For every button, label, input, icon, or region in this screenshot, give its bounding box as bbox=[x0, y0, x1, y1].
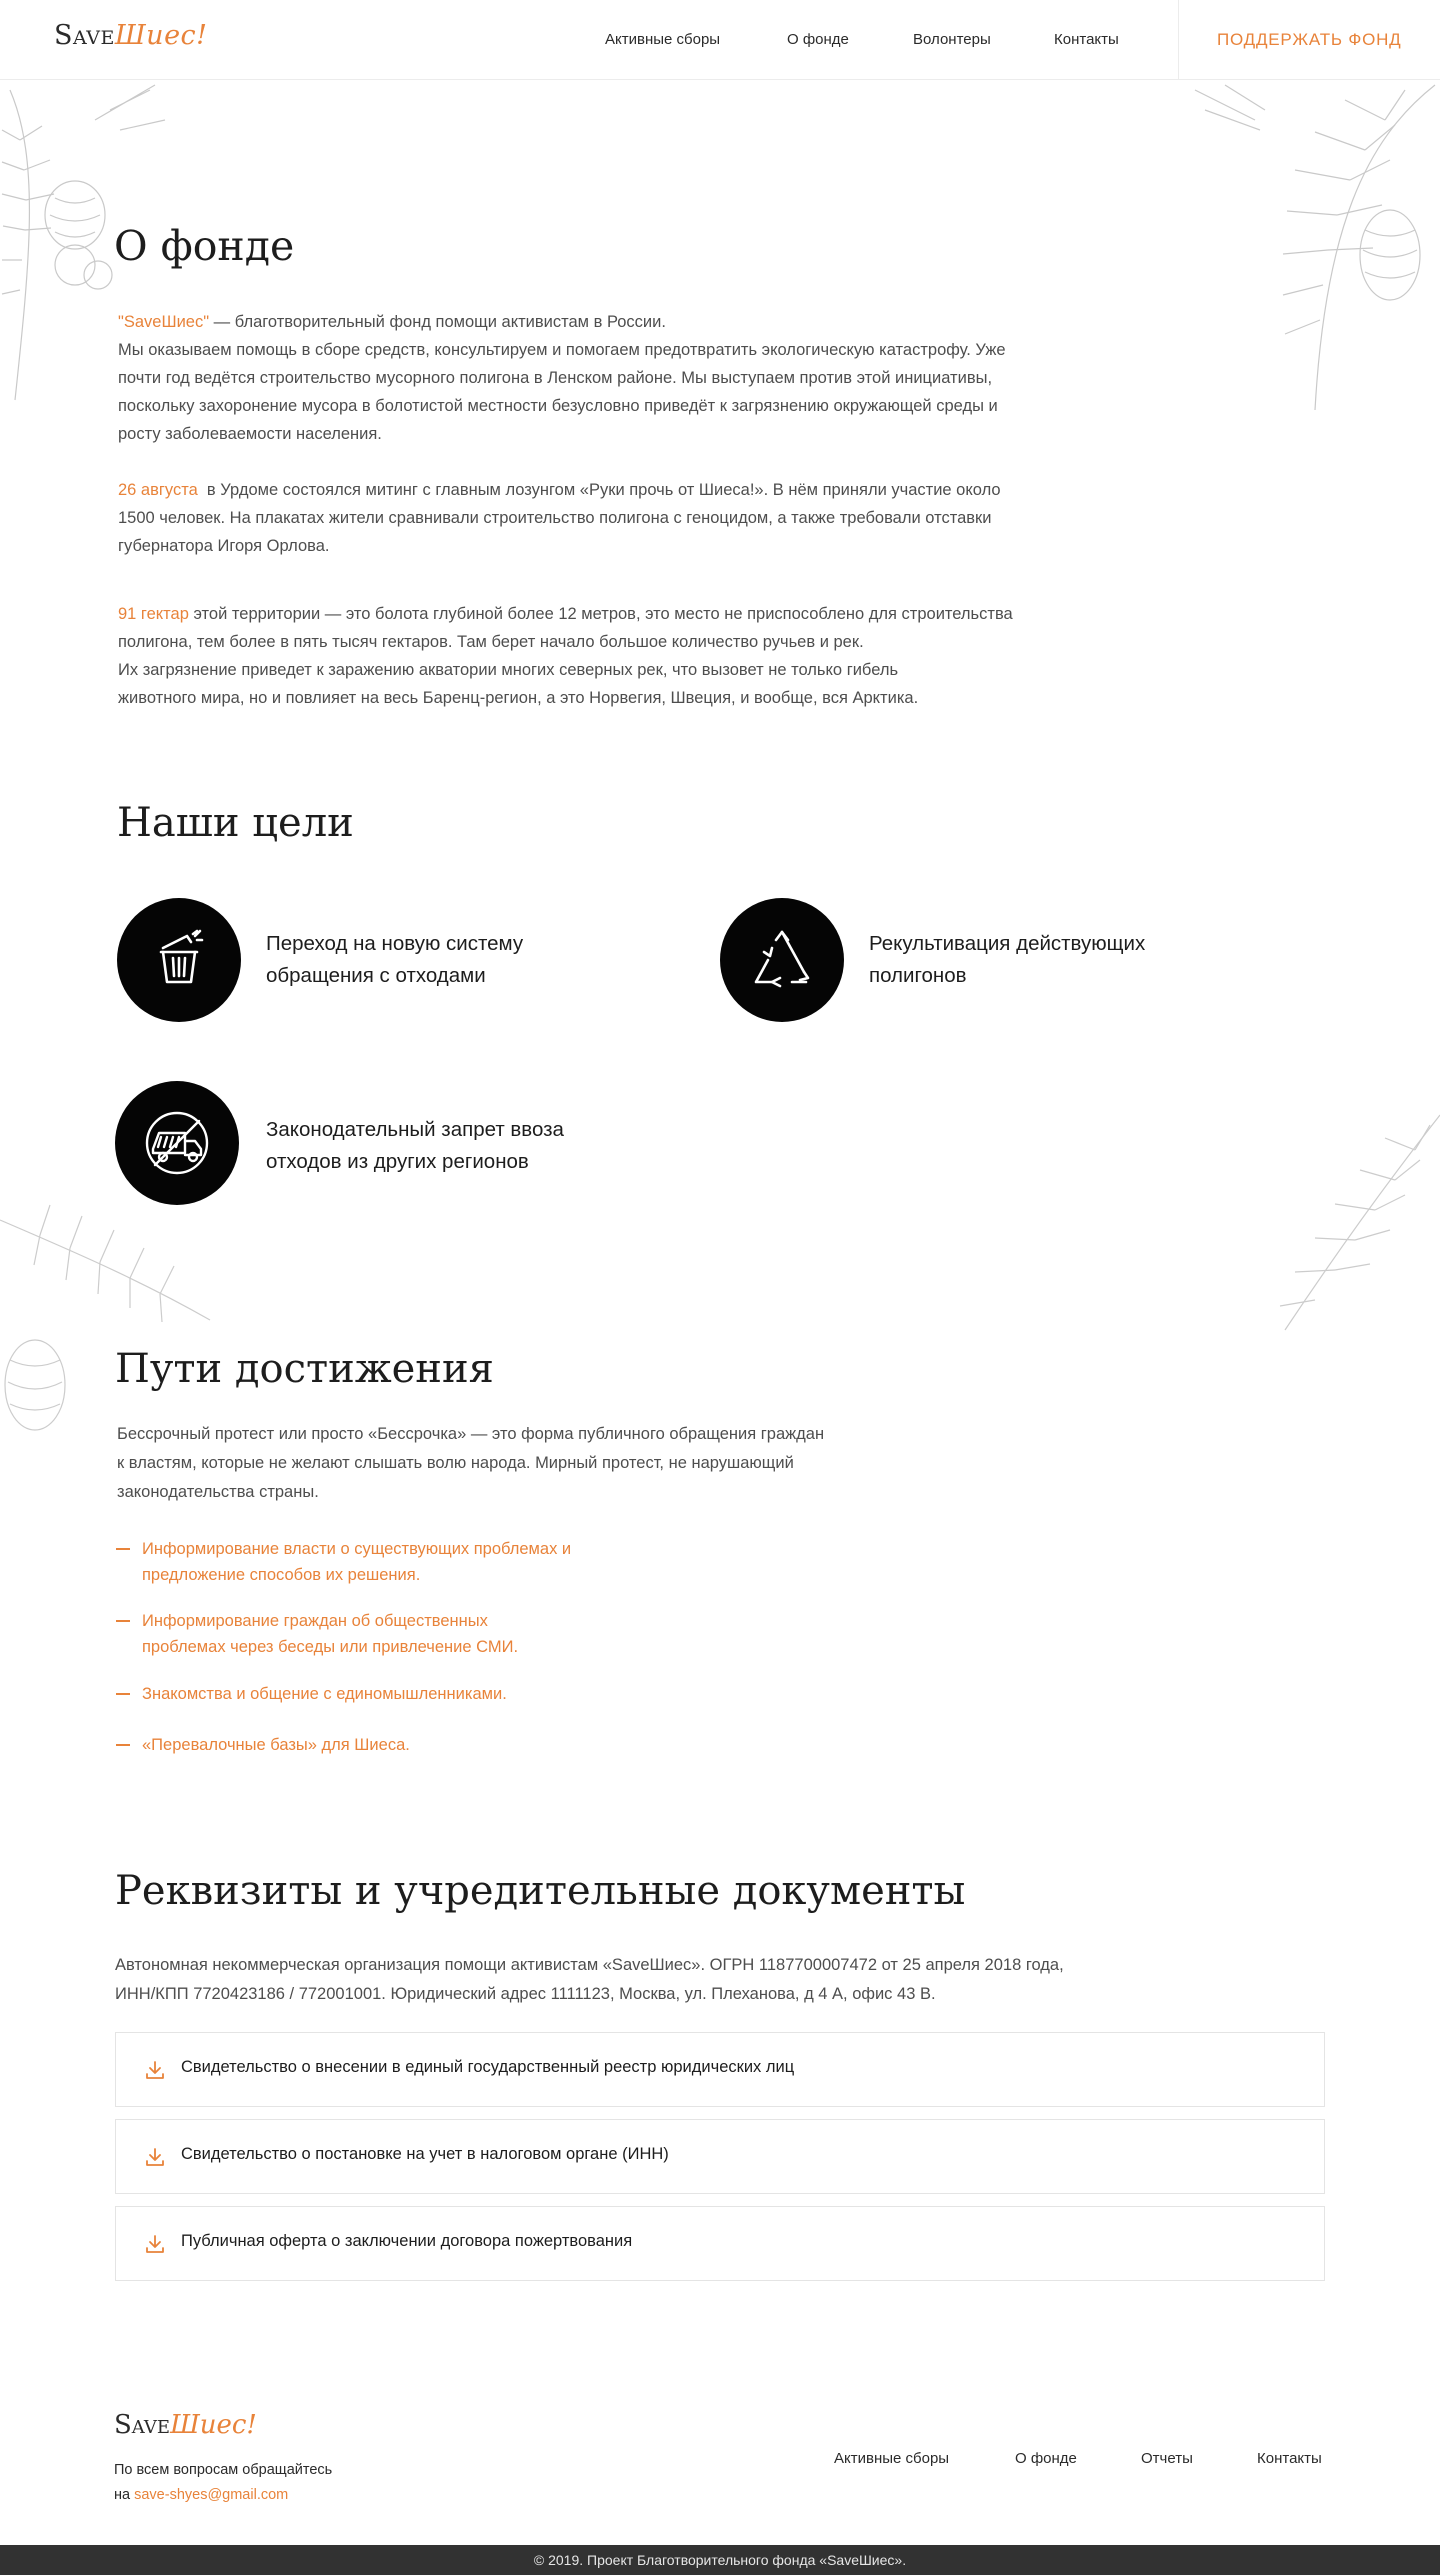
requisites-title: Реквизиты и учредительные документы bbox=[115, 1868, 966, 1914]
footer-link-contacts[interactable]: Контакты bbox=[1257, 2450, 1322, 2467]
foundation-name-highlight: "SaveШиес" bbox=[118, 313, 210, 331]
about-paragraph-1: "SaveШиес" — благотворительный фонд помо… bbox=[118, 308, 1078, 448]
header-divider bbox=[1178, 0, 1179, 80]
download-icon bbox=[146, 2235, 164, 2253]
nav-link-active-campaigns[interactable]: Активные сборы bbox=[605, 31, 720, 48]
contact-prefix: на bbox=[114, 2487, 135, 2503]
goal-icon-circle bbox=[117, 898, 241, 1022]
about-p1-intro: — благотворительный фонд помощи активист… bbox=[209, 313, 666, 331]
support-fund-button[interactable]: ПОДДЕРЖАТЬ ФОНД bbox=[1217, 30, 1402, 50]
document-download-row[interactable]: Свидетельство о постановке на учет в нал… bbox=[115, 2119, 1325, 2194]
footer-logo-save: Save bbox=[114, 2410, 171, 2440]
goals-title: Наши цели bbox=[117, 800, 354, 846]
about-p1-line: почти год ведётся строительство мусорног… bbox=[118, 369, 993, 387]
ways-item-line: Информирование власти о существующих про… bbox=[142, 1540, 572, 1558]
goal-text-line: Рекультивация действующих bbox=[869, 932, 1146, 955]
copyright-bar: © 2019. Проект Благотворительного фонда … bbox=[0, 2545, 1440, 2575]
about-p3-line: животного мира, но и повлияет на весь Ба… bbox=[118, 689, 919, 707]
download-icon bbox=[146, 2061, 164, 2079]
goal-text-line: обращения с отходами bbox=[266, 964, 486, 987]
goal-text-line: отходов из других регионов bbox=[266, 1150, 529, 1173]
about-p1-line: росту заболеваемости населения. bbox=[118, 425, 382, 443]
ways-intro-line: к властям, которые не желают слышать вол… bbox=[117, 1454, 794, 1472]
goal-text-line: Законодательный запрет ввоза bbox=[266, 1118, 564, 1141]
list-dash-marker bbox=[116, 1744, 130, 1746]
ways-item-line: предложение способов их решения. bbox=[142, 1566, 421, 1584]
about-p2-line: губернатора Игоря Орлова. bbox=[118, 537, 330, 555]
about-p2-line: 1500 человек. На плакатах жители сравнив… bbox=[118, 509, 992, 527]
about-p3-line: Их загрязнение приведет к заражению аква… bbox=[118, 661, 899, 679]
nav-link-contacts[interactable]: Контакты bbox=[1054, 31, 1119, 48]
ways-title: Пути достижения bbox=[115, 1346, 494, 1392]
goal-text-line: Переход на новую систему bbox=[266, 932, 524, 955]
goal-item: Законодательный запрет ввоза отходов из … bbox=[266, 1114, 564, 1178]
about-p2-first: в Урдоме состоялся митинг с главным лозу… bbox=[197, 481, 1001, 499]
goal-item: Переход на новую систему обращения с отх… bbox=[266, 928, 523, 992]
recycle-icon bbox=[754, 930, 810, 988]
footer-contact: По всем вопросам обращайтесь на save-shy… bbox=[114, 2458, 332, 2508]
list-dash-marker bbox=[116, 1693, 130, 1695]
requisites-line: ИНН/КПП 7720423186 / 772001001. Юридичес… bbox=[115, 1985, 936, 2003]
goal-icon-circle bbox=[115, 1081, 239, 1205]
footer-link-active-campaigns[interactable]: Активные сборы bbox=[834, 2450, 949, 2467]
botanical-decoration-mid-left bbox=[0, 1204, 211, 1431]
botanical-decoration-top-right bbox=[1194, 84, 1436, 411]
document-download-row[interactable]: Публичная оферта о заключении договора п… bbox=[115, 2206, 1325, 2281]
document-label: Публичная оферта о заключении договора п… bbox=[181, 2232, 633, 2250]
download-icon bbox=[146, 2148, 164, 2166]
nav-link-volunteers[interactable]: Волонтеры bbox=[913, 31, 991, 48]
about-p3-first: этой территории — это болота глубиной бо… bbox=[188, 605, 1013, 623]
ways-item-line: Информирование граждан об общественных bbox=[142, 1612, 488, 1630]
document-label: Свидетельство о постановке на учет в нал… bbox=[181, 2145, 669, 2163]
goal-item: Рекультивация действующих полигонов bbox=[869, 928, 1145, 992]
ways-intro-line: Бессрочный протест или просто «Бессрочка… bbox=[117, 1425, 825, 1443]
nav-link-about[interactable]: О фонде bbox=[787, 31, 849, 48]
about-paragraph-3: 91 гектар этой территории — это болота г… bbox=[118, 600, 1078, 712]
date-highlight: 26 августа bbox=[118, 481, 198, 499]
about-p1-line: Мы оказываем помощь в сборе средств, кон… bbox=[118, 341, 1006, 359]
site-header: Save Шиес! Активные сборы О фонде Волонте… bbox=[0, 0, 1440, 80]
ways-intro-line: законодательства страны. bbox=[117, 1483, 319, 1501]
ways-item-line: проблемах через беседы или привлечение С… bbox=[142, 1638, 519, 1656]
about-p3-line: полигона, тем более в пять тысяч гектаро… bbox=[118, 633, 864, 651]
about-p1-line: поскольку захоронение мусора в болотисто… bbox=[118, 397, 998, 415]
list-dash-marker bbox=[116, 1620, 130, 1622]
about-paragraph-2: 26 августа в Урдоме состоялся митинг с г… bbox=[118, 476, 1078, 560]
about-title: О фонде bbox=[114, 222, 295, 270]
document-download-row[interactable]: Свидетельство о внесении в единый госуда… bbox=[115, 2032, 1325, 2107]
footer-link-reports[interactable]: Отчеты bbox=[1141, 2450, 1193, 2467]
contact-text: По всем вопросам обращайтесь bbox=[114, 2462, 333, 2478]
contact-email-link[interactable]: save-shyes@gmail.com bbox=[134, 2487, 288, 2503]
trash-bin-icon bbox=[159, 929, 204, 984]
goal-icon-circle bbox=[720, 898, 844, 1022]
ways-item-line: Знакомства и общение с единомышленниками… bbox=[142, 1685, 507, 1703]
ways-intro: Бессрочный протест или просто «Бессрочка… bbox=[117, 1420, 937, 1507]
area-highlight: 91 гектар bbox=[118, 605, 189, 623]
requisites-line: Автономная некоммерческая организация по… bbox=[115, 1956, 1064, 1974]
footer-logo-shies: Шиес! bbox=[170, 2410, 257, 2440]
goal-text-line: полигонов bbox=[869, 964, 967, 987]
requisites-text: Автономная некоммерческая организация по… bbox=[115, 1951, 1275, 2009]
no-truck-icon bbox=[145, 1111, 209, 1175]
ways-item-line: «Перевалочные базы» для Шиеса. bbox=[142, 1736, 410, 1754]
list-dash-marker bbox=[116, 1548, 130, 1550]
botanical-decoration-mid-right bbox=[1279, 1114, 1440, 1331]
footer-logo[interactable]: SaveШиес! bbox=[114, 2410, 257, 2440]
document-label: Свидетельство о внесении в единый госуда… bbox=[181, 2058, 795, 2076]
footer-link-about[interactable]: О фонде bbox=[1015, 2450, 1077, 2467]
